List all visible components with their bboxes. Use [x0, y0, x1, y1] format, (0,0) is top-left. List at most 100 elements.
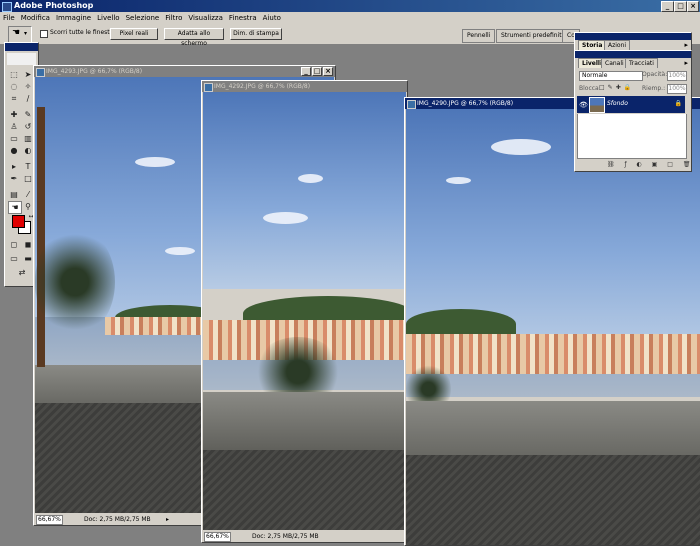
lock-label: Blocca:: [579, 85, 601, 92]
tab-azioni[interactable]: Azioni: [604, 40, 631, 50]
menu-file[interactable]: File: [0, 12, 18, 24]
menu-modifica[interactable]: Modifica: [18, 12, 53, 24]
lasso-tool-icon[interactable]: ◌: [8, 81, 20, 92]
foreground-color-swatch[interactable]: [12, 215, 25, 228]
marquee-tool-icon[interactable]: ⬚: [8, 69, 20, 80]
clone-stamp-icon[interactable]: ♙: [8, 121, 20, 132]
fit-on-screen-button[interactable]: Adatta allo schermo: [164, 28, 224, 47]
menu-immagine[interactable]: Immagine: [53, 12, 94, 24]
app-title-bar: Adobe Photoshop _ □ ×: [0, 0, 700, 12]
photoshop-logo[interactable]: [7, 53, 36, 65]
tab-storia[interactable]: Storia: [578, 40, 607, 50]
lock-icons[interactable]: □✎✚🔒: [599, 84, 634, 91]
well-tab-tool-presets[interactable]: Strumenti predefiniti: [496, 29, 569, 43]
screen-mode-standard-icon[interactable]: ▭: [8, 253, 20, 264]
document-icon: [407, 100, 416, 109]
document-icon: [36, 68, 45, 77]
notes-tool-icon[interactable]: ▤: [8, 189, 20, 200]
menu-bar: File Modifica Immagine Livello Selezione Filt…: [0, 12, 700, 24]
layer-row[interactable]: 👁 Sfondo 🔒: [577, 96, 685, 113]
blur-tool-icon[interactable]: ●: [8, 145, 20, 156]
photo-wall: [203, 392, 406, 452]
scroll-all-windows-checkbox[interactable]: [40, 30, 48, 38]
lock-icon: 🔒: [674, 100, 682, 107]
tab-tracciati[interactable]: Tracciati: [625, 58, 658, 68]
history-panel: Storia Azioni ▸: [574, 32, 692, 52]
maximize-button[interactable]: □: [674, 1, 687, 12]
photo-town: [406, 334, 700, 374]
document-icon: [204, 83, 213, 92]
menu-livello[interactable]: Livello: [94, 12, 122, 24]
layer-thumbnail: [589, 97, 605, 113]
photo-palm: [35, 227, 115, 337]
actual-pixels-button[interactable]: Pixel reali: [110, 28, 158, 40]
document-title: IMG_4292.JPG @ 66,7% (RGB/8): [214, 83, 311, 90]
blend-mode-select[interactable]: Normale: [579, 71, 643, 81]
layers-panel-title-bar[interactable]: [575, 51, 691, 58]
history-panel-title-bar[interactable]: [575, 33, 691, 40]
opacity-field[interactable]: 100%: [667, 71, 687, 81]
document-canvas[interactable]: [203, 92, 406, 530]
menu-visualizza[interactable]: Visualizza: [185, 12, 225, 24]
chevron-down-icon: ▾: [24, 30, 28, 37]
minimize-button[interactable]: _: [661, 1, 674, 12]
menu-selezione[interactable]: Selezione: [123, 12, 163, 24]
standard-mode-icon[interactable]: ◻: [8, 239, 20, 250]
document-canvas[interactable]: [406, 109, 700, 545]
zoom-field[interactable]: 66,67%: [36, 515, 63, 525]
hand-tool-icon[interactable]: ☚: [8, 201, 22, 214]
layers-list-empty-area[interactable]: [577, 114, 687, 159]
print-size-button[interactable]: Dim. di stampa: [230, 28, 282, 40]
layers-footer-icons[interactable]: ⛓ ƒ ◐ ▣ □ 🗑: [577, 161, 700, 169]
photo-cloud: [298, 174, 323, 183]
eraser-tool-icon[interactable]: ▭: [8, 133, 20, 144]
opacity-label: Opacità:: [642, 71, 668, 78]
photo-cloud: [135, 157, 175, 167]
imageready-jump-icon[interactable]: ⇄: [8, 267, 36, 278]
document-title: IMG_4290.JPG @ 66,7% (RGB/8): [417, 100, 514, 107]
fill-label: Riemp.:: [642, 85, 666, 92]
fill-field[interactable]: 100%: [667, 84, 687, 94]
document-title-bar[interactable]: IMG_4293.JPG @ 66,7% (RGB/8) _ □ ×: [34, 66, 335, 77]
document-window-4292[interactable]: IMG_4292.JPG @ 66,7% (RGB/8) 66,67% Doc:…: [201, 80, 408, 543]
photo-cloud: [491, 139, 551, 155]
layers-panel: Livelli Canali Tracciati ▸ Normale Opaci…: [574, 50, 692, 172]
photoshop-icon: [2, 2, 12, 12]
tab-canali[interactable]: Canali: [601, 58, 628, 68]
photo-pole: [37, 107, 45, 367]
panel-menu-arrow-icon[interactable]: ▸: [684, 59, 688, 67]
doc-close-button[interactable]: ×: [323, 67, 333, 76]
document-title-bar[interactable]: IMG_4292.JPG @ 66,7% (RGB/8): [202, 81, 407, 92]
scroll-all-windows-label: Scorri tutte le finestre: [50, 29, 116, 36]
photo-pavement: [406, 455, 700, 545]
status-menu-arrow-icon[interactable]: ▸: [166, 514, 169, 525]
zoom-field[interactable]: 66,67%: [204, 532, 231, 542]
document-title: IMG_4293.JPG @ 66,7% (RGB/8): [46, 68, 143, 75]
photo-cloud: [263, 212, 308, 224]
menu-aiuto[interactable]: Aiuto: [260, 12, 284, 24]
photo-sky: [203, 92, 406, 290]
pen-tool-icon[interactable]: ✒: [8, 173, 20, 184]
layer-name: Sfondo: [607, 100, 628, 107]
photo-cloud: [165, 247, 195, 255]
document-status-bar: 66,67% Doc: 2,75 MB/2,75 MB: [202, 531, 407, 542]
eye-icon[interactable]: 👁: [579, 101, 588, 109]
path-selection-icon[interactable]: ▸: [8, 161, 20, 172]
crop-tool-icon[interactable]: ⌗: [8, 93, 20, 104]
panel-menu-arrow-icon[interactable]: ▸: [684, 41, 688, 49]
app-title: Adobe Photoshop: [14, 1, 94, 10]
doc-minimize-button[interactable]: _: [301, 67, 311, 76]
doc-maximize-button[interactable]: □: [312, 67, 322, 76]
tool-preset-picker[interactable]: ☚ ▾: [8, 26, 32, 43]
document-info: Doc: 2,75 MB/2,75 MB: [252, 533, 319, 540]
well-tab-brushes[interactable]: Pennelli: [462, 29, 496, 43]
photo-pavement: [203, 450, 406, 530]
hand-icon: ☚: [12, 28, 21, 38]
close-button[interactable]: ×: [687, 1, 699, 12]
photo-town: [105, 317, 205, 335]
photo-cloud: [446, 177, 471, 184]
menu-finestra[interactable]: Finestra: [226, 12, 260, 24]
healing-brush-icon[interactable]: ✚: [8, 109, 20, 120]
menu-filtro[interactable]: Filtro: [162, 12, 185, 24]
toolbox-header[interactable]: [5, 43, 38, 51]
